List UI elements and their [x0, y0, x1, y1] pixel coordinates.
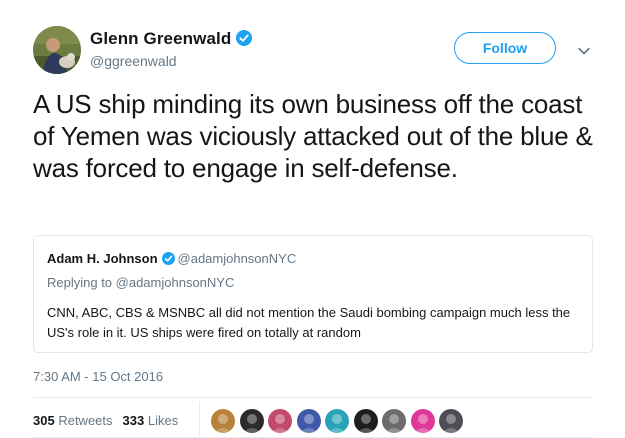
- author-name[interactable]: Glenn Greenwald: [90, 29, 253, 51]
- likes-label: Likes: [147, 413, 179, 428]
- liker-avatar-9[interactable]: [438, 408, 464, 434]
- tweet-stats: 305 Retweets 333 Likes: [33, 413, 178, 428]
- liker-avatar-1[interactable]: [210, 408, 236, 434]
- retweets-stat[interactable]: 305 Retweets: [33, 413, 113, 428]
- liker-avatar-4[interactable]: [295, 408, 322, 434]
- liker-avatar-2[interactable]: [238, 408, 265, 434]
- retweets-count: 305: [33, 413, 55, 428]
- verified-badge-icon: [161, 252, 175, 268]
- divider: [33, 397, 593, 398]
- liker-avatar-3[interactable]: [267, 408, 293, 434]
- retweets-label: Retweets: [58, 413, 113, 428]
- liker-avatar-7[interactable]: [381, 408, 407, 434]
- liker-avatar-8[interactable]: [409, 408, 436, 434]
- liker-avatar-5[interactable]: [324, 408, 350, 434]
- quoted-replying-to[interactable]: Replying to @adamjohnsonNYC: [47, 275, 234, 290]
- tweet-text: A US ship minding its own business off t…: [33, 89, 593, 183]
- divider: [199, 402, 200, 436]
- author-name-text[interactable]: Glenn Greenwald: [90, 29, 231, 48]
- author-avatar[interactable]: [33, 26, 81, 74]
- likes-stat[interactable]: 333 Likes: [123, 413, 179, 428]
- tweet-timestamp[interactable]: 7:30 AM - 15 Oct 2016: [33, 369, 163, 384]
- liker-avatar-6[interactable]: [352, 408, 379, 434]
- follow-button[interactable]: Follow: [454, 32, 556, 64]
- quoted-tweet-header: Adam H. Johnson @adamjohnsonNYC: [47, 251, 296, 268]
- quoted-tweet-text: CNN, ABC, CBS & MSNBC all did not mentio…: [47, 305, 571, 340]
- tweet-card: Glenn Greenwald @ggreenwald Follow A US …: [0, 0, 625, 438]
- verified-badge-icon: [236, 30, 253, 51]
- quoted-author-handle[interactable]: @adamjohnsonNYC: [178, 251, 297, 266]
- quoted-tweet[interactable]: Adam H. Johnson @adamjohnsonNYC Replying …: [33, 235, 593, 353]
- chevron-down-icon[interactable]: [578, 43, 590, 55]
- likes-count: 333: [122, 413, 145, 428]
- quoted-author-name[interactable]: Adam H. Johnson: [47, 251, 158, 266]
- author-handle[interactable]: @ggreenwald: [90, 53, 177, 69]
